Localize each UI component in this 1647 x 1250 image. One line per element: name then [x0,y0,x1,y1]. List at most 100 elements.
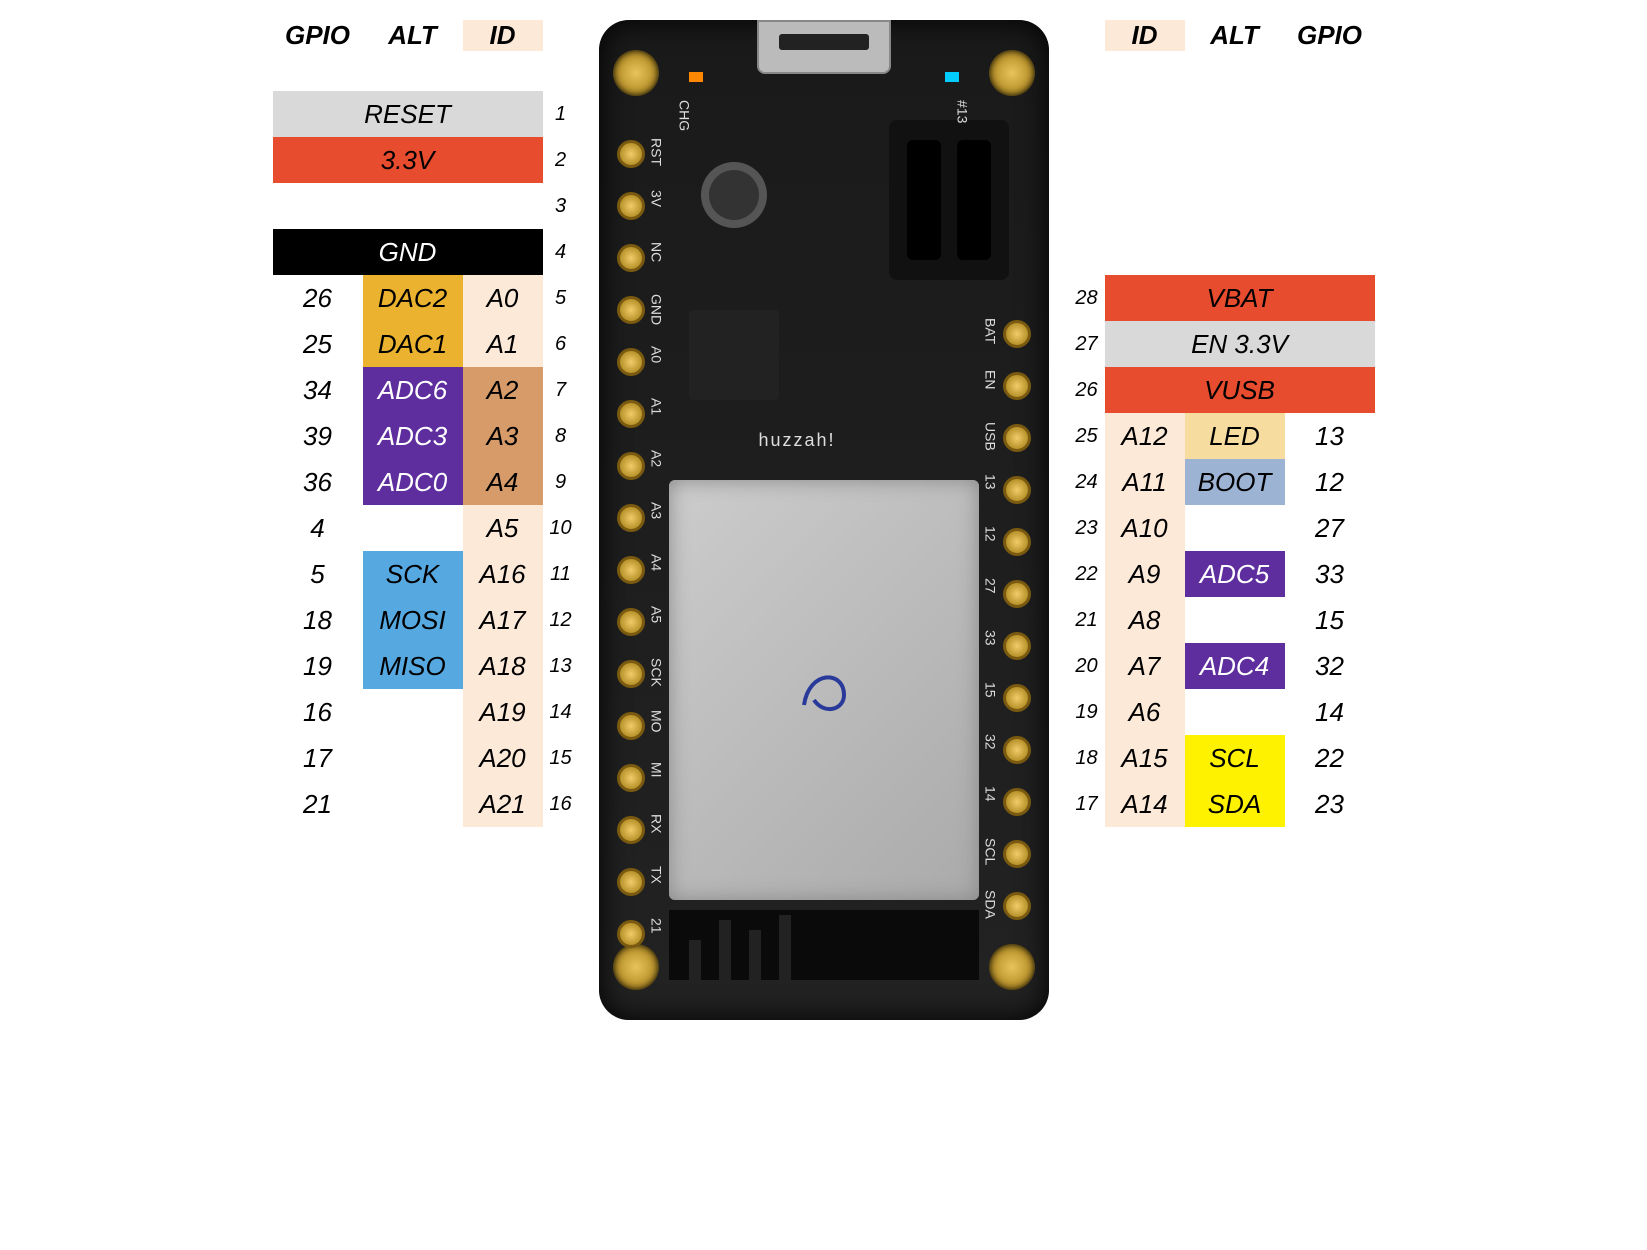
id-value: A16 [463,551,543,597]
alt-value [363,689,463,735]
right-headers: ID ALT GPIO [1069,20,1375,51]
pin-label: GND [273,229,543,275]
silk-label: SDA [983,890,999,919]
silk-label: TX [649,866,665,884]
pin-row: 26VUSB [1069,367,1375,413]
silk-label: RST [649,138,665,166]
pinhole-icon [1003,528,1031,556]
pin-row: 22A9ADC533 [1069,551,1375,597]
mount-hole [613,944,659,990]
silk-label: SCL [983,838,999,865]
gpio-value: 22 [1285,735,1375,781]
pin-number: 2 [543,137,579,183]
pin-row: 25A12LED13 [1069,413,1375,459]
alt-value: SDA [1185,781,1285,827]
pin-number: 27 [1069,321,1105,367]
pin-number: 7 [543,367,579,413]
alt-value: BOOT [1185,459,1285,505]
left-table: GPIO ALT ID RESET13.3V23GND426DAC2A0525D… [273,20,579,1020]
regulator-chip-icon [689,310,779,400]
pin-number: 21 [1069,597,1105,643]
pin-row: RESET1 [273,91,579,137]
pin-row: 21A815 [1069,597,1375,643]
pinhole-icon [617,452,645,480]
pin-row: 20A7ADC432 [1069,643,1375,689]
chg-led-icon [689,72,703,82]
pin-number: 3 [543,183,579,229]
pinhole-icon [617,244,645,272]
gpio-value: 14 [1285,689,1375,735]
silk-label: MI [649,762,665,778]
gpio-value: 32 [1285,643,1375,689]
pin-row: 26DAC2A05 [273,275,579,321]
pin-row: 18MOSIA1712 [273,597,579,643]
pin-number: 11 [543,551,579,597]
id-value: A2 [463,367,543,413]
pin-row: 24A11BOOT12 [1069,459,1375,505]
header-id: ID [1105,20,1185,51]
id-value: A11 [1105,459,1185,505]
silk-label: USB [983,422,999,451]
id-value: A10 [1105,505,1185,551]
id-value: A8 [1105,597,1185,643]
pin-row: 39ADC3A38 [273,413,579,459]
id-value: A5 [463,505,543,551]
pinhole-icon [617,504,645,532]
id-value: A3 [463,413,543,459]
pin-number: 10 [543,505,579,551]
pin-number: 17 [1069,781,1105,827]
alt-value [363,505,463,551]
gpio-value: 27 [1285,505,1375,551]
pinhole-icon [1003,840,1031,868]
pin-row: 3 [273,183,579,229]
alt-value [363,781,463,827]
gpio-value: 26 [273,275,363,321]
header-id: ID [463,20,543,51]
left-headers: GPIO ALT ID [273,20,579,51]
pin-row: 36ADC0A49 [273,459,579,505]
gpio-value: 33 [1285,551,1375,597]
pin-row: 5SCKA1611 [273,551,579,597]
pin-number: 18 [1069,735,1105,781]
silk-label: 3V [649,190,665,207]
alt-value: ADC6 [363,367,463,413]
header-gpio: GPIO [1285,20,1375,51]
pinhole-icon [617,400,645,428]
pin-row: GND4 [273,229,579,275]
pin-number: 23 [1069,505,1105,551]
pinhole-icon [1003,424,1031,452]
pin-label: VBAT [1105,275,1375,321]
pin-row: 18A15SCL22 [1069,735,1375,781]
pin-label: EN 3.3V [1105,321,1375,367]
pin-row: 25DAC1A16 [273,321,579,367]
pin-row: 4A510 [273,505,579,551]
id-value: A4 [463,459,543,505]
jst-connector-icon [889,120,1009,280]
pin-number: 8 [543,413,579,459]
silk-label: 15 [983,682,999,698]
alt-value: MISO [363,643,463,689]
pin-number: 28 [1069,275,1105,321]
alt-value: ADC5 [1185,551,1285,597]
pin-row: 27EN 3.3V [1069,321,1375,367]
silk-label: 27 [983,578,999,594]
pin-number: 16 [543,781,579,827]
right-rows: 28VBAT27EN 3.3V26VUSB25A12LED1324A11BOOT… [1069,275,1375,827]
pinhole-icon [617,556,645,584]
pin-number: 24 [1069,459,1105,505]
pin-row: 3.3V2 [273,137,579,183]
silk-label: A1 [649,398,665,415]
pin-label: 3.3V [273,137,543,183]
silk-label: EN [983,370,999,389]
reset-button-icon [709,170,759,220]
silk-label: MO [649,710,665,733]
id-value: A6 [1105,689,1185,735]
alt-value: DAC1 [363,321,463,367]
pin-row: 17A2015 [273,735,579,781]
id-value: A21 [463,781,543,827]
left-rows: RESET13.3V23GND426DAC2A0525DAC1A1634ADC6… [273,91,579,827]
pinhole-icon [617,140,645,168]
pinhole-icon [617,868,645,896]
header-alt: ALT [1185,20,1285,51]
id-value: A0 [463,275,543,321]
